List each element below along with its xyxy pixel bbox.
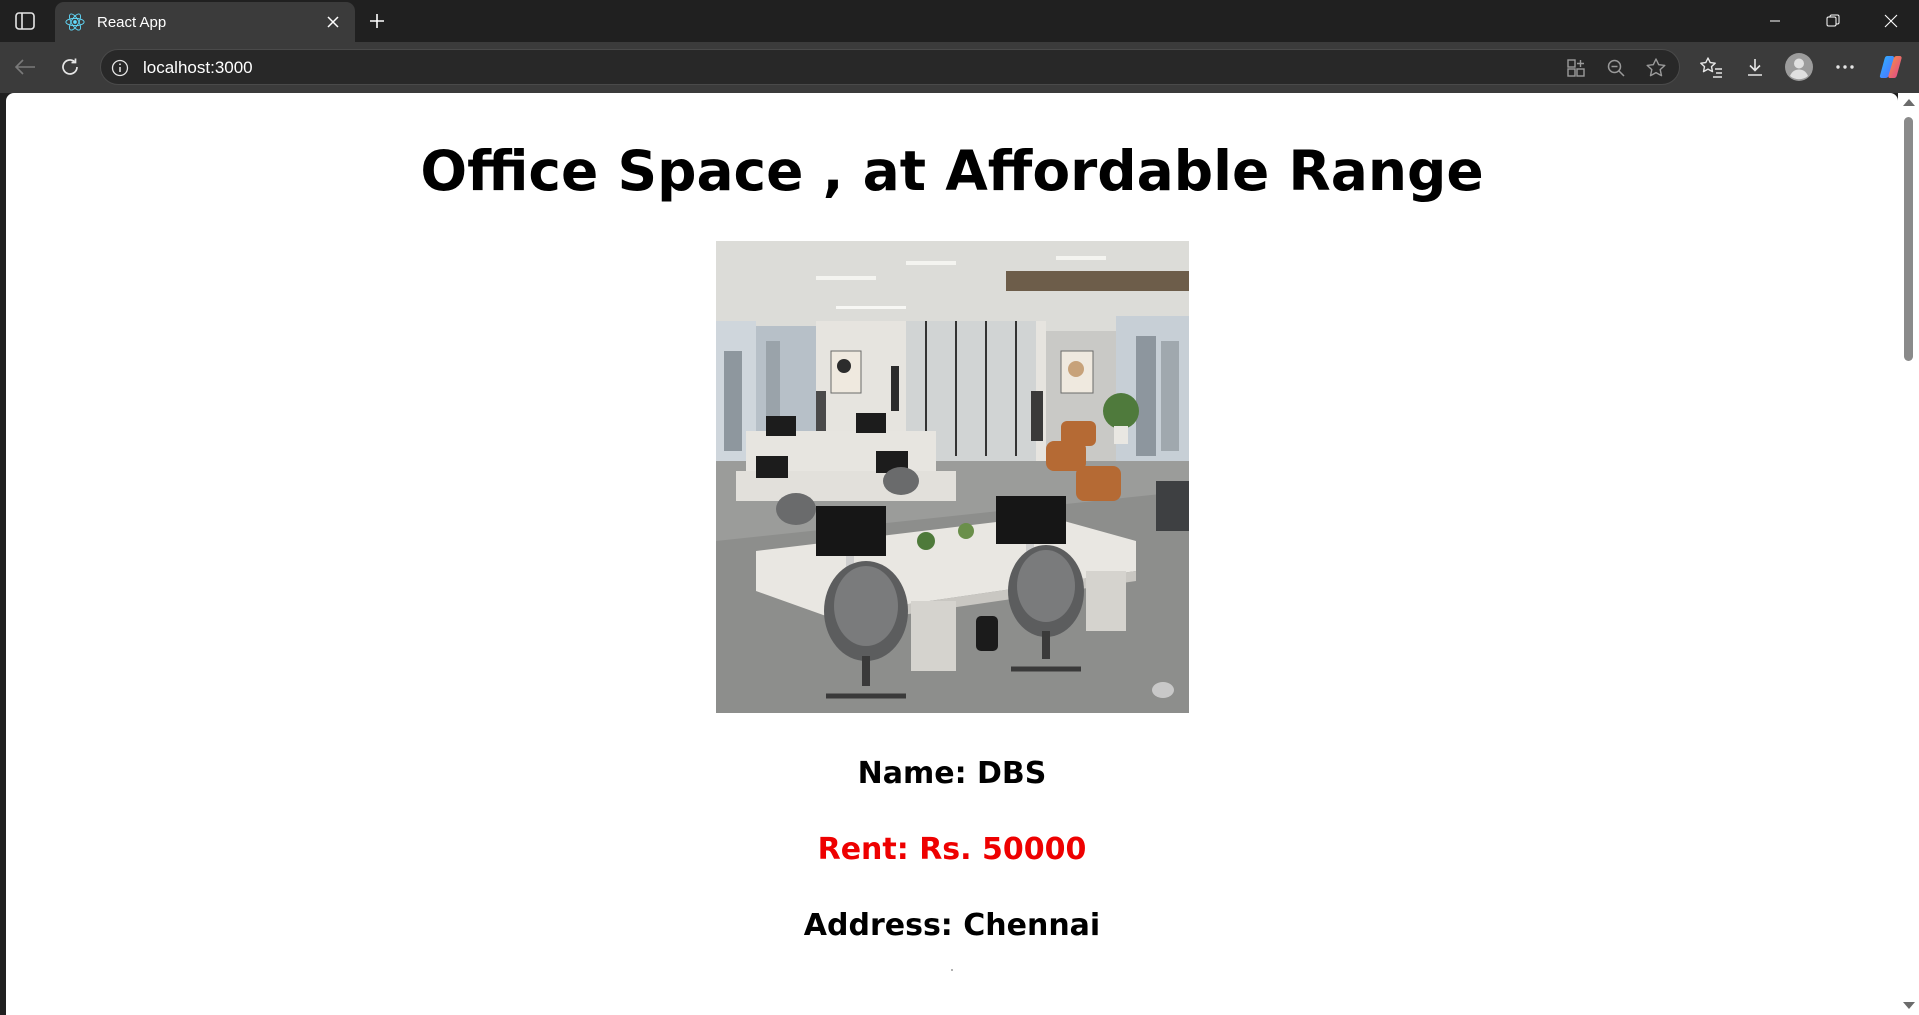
downloads-icon[interactable]: [1738, 50, 1772, 84]
favorites-icon[interactable]: [1694, 50, 1728, 84]
page-title: Office Space , at Affordable Range: [420, 139, 1484, 203]
site-info-icon[interactable]: [109, 57, 131, 79]
office-rent: Rent: Rs. 50000: [817, 832, 1087, 867]
tab-actions-icon[interactable]: [10, 9, 40, 33]
office-photo: [715, 241, 1189, 713]
office-name: Name: DBS: [857, 756, 1047, 791]
tab-close-icon[interactable]: [319, 8, 347, 36]
office-address: Address: Chennai: [803, 908, 1101, 943]
tab-title: React App: [97, 13, 167, 31]
favorite-star-icon[interactable]: [1641, 53, 1671, 83]
more-options-icon[interactable]: [1828, 50, 1862, 84]
reload-icon[interactable]: [53, 50, 87, 84]
url-text: localhost:3000: [143, 58, 253, 77]
scroll-thumb[interactable]: [1904, 117, 1913, 361]
restore-icon[interactable]: [1810, 0, 1856, 42]
browser-tab-strip: React App: [0, 0, 1919, 42]
separator-dot: [951, 969, 953, 971]
browser-toolbar: localhost:3000: [0, 42, 1919, 93]
zoom-out-icon[interactable]: [1601, 53, 1631, 83]
back-icon[interactable]: [8, 50, 42, 84]
new-tab-button[interactable]: [362, 6, 392, 36]
profile-avatar-icon[interactable]: [1782, 50, 1816, 84]
address-bar[interactable]: localhost:3000: [100, 49, 1680, 85]
browser-tab[interactable]: React App: [55, 2, 355, 42]
page-viewport: Office Space , at Affordable Range Name:…: [6, 93, 1898, 1015]
page-scrollbar[interactable]: [1898, 93, 1919, 1015]
copilot-icon[interactable]: [1874, 50, 1908, 84]
react-logo-icon: [65, 12, 85, 32]
scroll-up-arrow-icon[interactable]: [1903, 99, 1915, 106]
page-content: Office Space , at Affordable Range Name:…: [6, 93, 1898, 971]
minimize-icon[interactable]: [1752, 0, 1798, 42]
app-available-icon[interactable]: [1561, 53, 1591, 83]
window-close-icon[interactable]: [1868, 0, 1914, 42]
scroll-down-arrow-icon[interactable]: [1903, 1002, 1915, 1009]
